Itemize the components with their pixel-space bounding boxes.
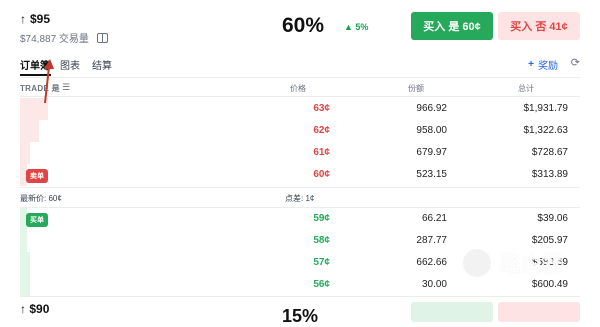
ask-row[interactable]: 61¢ 679.97 $728.67 <box>20 142 580 164</box>
ask-row[interactable]: 卖单 60¢ 523.15 $313.89 <box>20 164 580 186</box>
watermark: 路由器 <box>460 246 563 280</box>
ask-total: $1,931.79 <box>523 103 569 114</box>
bid-shares: 66.21 <box>421 213 447 224</box>
ask-total: $728.67 <box>531 147 568 158</box>
ask-total: $313.89 <box>531 169 568 180</box>
buy-no-button[interactable]: 买入 否 41¢ <box>498 12 580 40</box>
market-title[interactable]: ↑ $95 <box>20 12 50 26</box>
ask-shares: 679.97 <box>416 147 447 158</box>
last-price: 最新价: 60¢ <box>20 194 62 203</box>
probability-change: ▲ 5% <box>344 22 369 32</box>
depth-bar <box>20 120 39 142</box>
tab-chart[interactable]: 图表 <box>60 57 80 72</box>
next-probability: 15% <box>282 306 319 326</box>
ask-row[interactable]: 63¢ 966.92 $1,931.79 <box>20 98 580 120</box>
ask-row[interactable]: 62¢ 958.00 $1,322.63 <box>20 120 580 142</box>
bid-total: $205.97 <box>531 235 568 246</box>
plus-icon: + <box>528 59 534 70</box>
next-market-title[interactable]: ↑ $90 <box>20 302 49 316</box>
router-logo-icon <box>460 246 494 280</box>
ask-total: $1,322.63 <box>523 125 569 136</box>
refresh-icon[interactable]: ⟳ <box>571 56 580 69</box>
ask-shares: 958.00 <box>416 125 447 136</box>
reward-button[interactable]: + 奖励 <box>528 57 558 72</box>
market-divider <box>20 296 580 297</box>
probability: 60% <box>282 14 325 37</box>
total-column-header: 总计 <box>518 84 534 93</box>
ask-shares: 966.92 <box>416 103 447 114</box>
next-buy-no-button[interactable] <box>498 302 580 322</box>
bid-price: 59¢ <box>313 213 330 224</box>
tab-bar: 订单簿 图表 结算 + 奖励 ⟳ <box>20 56 580 76</box>
watermark-text: 路由器 <box>500 253 563 276</box>
buy-yes-button[interactable]: 买入 是 60¢ <box>411 12 493 40</box>
spread-row: 最新价: 60¢ 点差: 1¢ <box>20 189 580 207</box>
ask-price: 63¢ <box>313 103 330 114</box>
bid-shares: 287.77 <box>416 235 447 246</box>
spread: 点差: 1¢ <box>285 194 315 203</box>
reward-label: 奖励 <box>538 61 558 72</box>
tab-divider <box>20 77 580 78</box>
next-buy-yes-button[interactable] <box>411 302 493 322</box>
depth-bar <box>20 230 27 252</box>
bid-price: 56¢ <box>313 279 330 290</box>
volume-text: $74,887 交易量 <box>20 34 89 45</box>
ask-price: 61¢ <box>313 147 330 158</box>
bid-shares: 30.00 <box>421 279 447 290</box>
header-divider <box>20 96 580 97</box>
ask-badge: 卖单 <box>26 169 48 183</box>
annotation-arrow <box>44 59 54 104</box>
depth-bar <box>20 252 30 274</box>
next-market-price: $90 <box>29 302 50 316</box>
gift-icon[interactable] <box>96 32 108 43</box>
depth-bar <box>20 274 30 296</box>
next-market-header: ↑ $90 15% <box>20 298 580 326</box>
volume-info: $74,887 交易量 <box>20 30 108 45</box>
bid-total: $39.06 <box>537 213 568 224</box>
price-column-header: 价格 <box>290 84 306 93</box>
ask-price: 62¢ <box>313 125 330 136</box>
spread-divider-top <box>20 187 580 188</box>
bid-badge: 买单 <box>26 213 48 227</box>
ask-price: 60¢ <box>313 169 330 180</box>
bid-price: 57¢ <box>313 257 330 268</box>
bid-shares: 662.66 <box>416 257 447 268</box>
grid-icon[interactable]: ☰ <box>62 82 70 93</box>
market-price: $95 <box>30 12 51 26</box>
up-arrow-icon: ↑ <box>20 12 26 26</box>
depth-bar <box>20 142 30 164</box>
bid-total: $600.49 <box>531 279 568 290</box>
change-value: 5% <box>355 22 369 32</box>
market-header: ↑ $95 $74,887 交易量 60% ▲ 5% 买入 是 60¢ 买入 否 … <box>20 8 580 48</box>
bid-price: 58¢ <box>313 235 330 246</box>
ask-shares: 523.15 <box>416 169 447 180</box>
tab-resolution[interactable]: 结算 <box>92 57 112 72</box>
shares-column-header: 份额 <box>408 84 424 93</box>
bid-row[interactable]: 买单 59¢ 66.21 $39.06 <box>20 208 580 230</box>
